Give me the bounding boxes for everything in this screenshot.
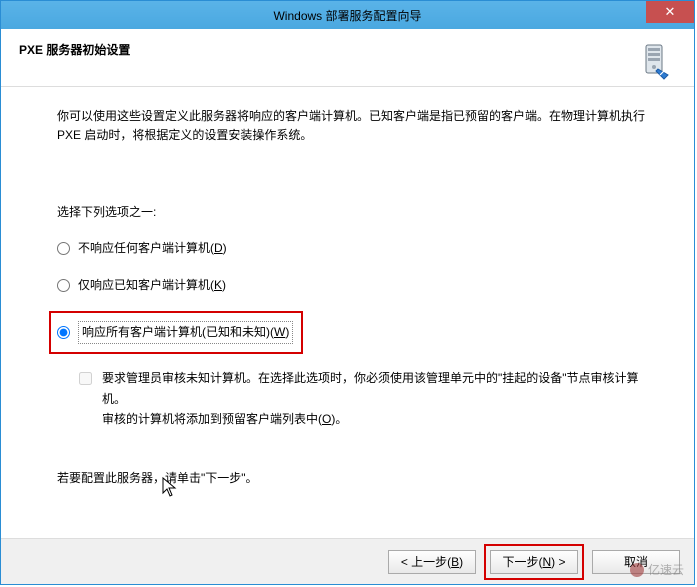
window-controls: ✕ (646, 1, 694, 23)
hint-text: 若要配置此服务器，请单击"下一步"。 (57, 469, 654, 488)
radio-known-only-label: 仅响应已知客户端计算机(K) (78, 276, 226, 295)
titlebar: Windows 部署服务配置向导 ✕ (1, 1, 694, 29)
back-button[interactable]: < 上一步(B) (388, 550, 476, 574)
prompt-label: 选择下列选项之一: (57, 203, 654, 222)
next-button[interactable]: 下一步(N) > (490, 550, 578, 574)
checkbox-require-approval[interactable]: 要求管理员审核未知计算机。在选择此选项时，你必须使用该管理单元中的"挂起的设备"… (79, 368, 654, 429)
checkbox-require-approval-label: 要求管理员审核未知计算机。在选择此选项时，你必须使用该管理单元中的"挂起的设备"… (102, 368, 654, 429)
page-title: PXE 服务器初始设置 (19, 41, 130, 58)
radio-all-input[interactable] (57, 326, 70, 339)
window-title: Windows 部署服务配置向导 (273, 7, 421, 24)
radio-no-response-input[interactable] (57, 242, 70, 255)
button-bar: < 上一步(B) 下一步(N) > 取消 (1, 538, 694, 584)
cancel-button[interactable]: 取消 (592, 550, 680, 574)
wizard-header: PXE 服务器初始设置 (1, 29, 694, 87)
content-area: 你可以使用这些设置定义此服务器将响应的客户端计算机。已知客户端是指已预留的客户端… (1, 87, 694, 488)
radio-group: 不响应任何客户端计算机(D) 仅响应已知客户端计算机(K) 响应所有客户端计算机… (57, 237, 654, 430)
radio-option-no-response[interactable]: 不响应任何客户端计算机(D) (57, 237, 654, 260)
server-icon (636, 41, 676, 81)
radio-known-only-input[interactable] (57, 279, 70, 292)
next-button-highlight: 下一步(N) > (484, 544, 584, 580)
radio-no-response-label: 不响应任何客户端计算机(D) (78, 239, 227, 258)
close-icon: ✕ (665, 4, 676, 20)
intro-text: 你可以使用这些设置定义此服务器将响应的客户端计算机。已知客户端是指已预留的客户端… (57, 107, 654, 145)
radio-all-label: 响应所有客户端计算机(已知和未知)(W) (78, 321, 293, 344)
radio-option-all-highlight: 响应所有客户端计算机(已知和未知)(W) (49, 311, 303, 354)
close-button[interactable]: ✕ (646, 1, 694, 23)
radio-option-all[interactable]: 响应所有客户端计算机(已知和未知)(W) (57, 319, 293, 346)
checkbox-require-approval-input[interactable] (79, 372, 92, 385)
wizard-window: Windows 部署服务配置向导 ✕ PXE 服务器初始设置 你可以使用这些设置… (0, 0, 695, 585)
radio-option-known-only[interactable]: 仅响应已知客户端计算机(K) (57, 274, 654, 297)
